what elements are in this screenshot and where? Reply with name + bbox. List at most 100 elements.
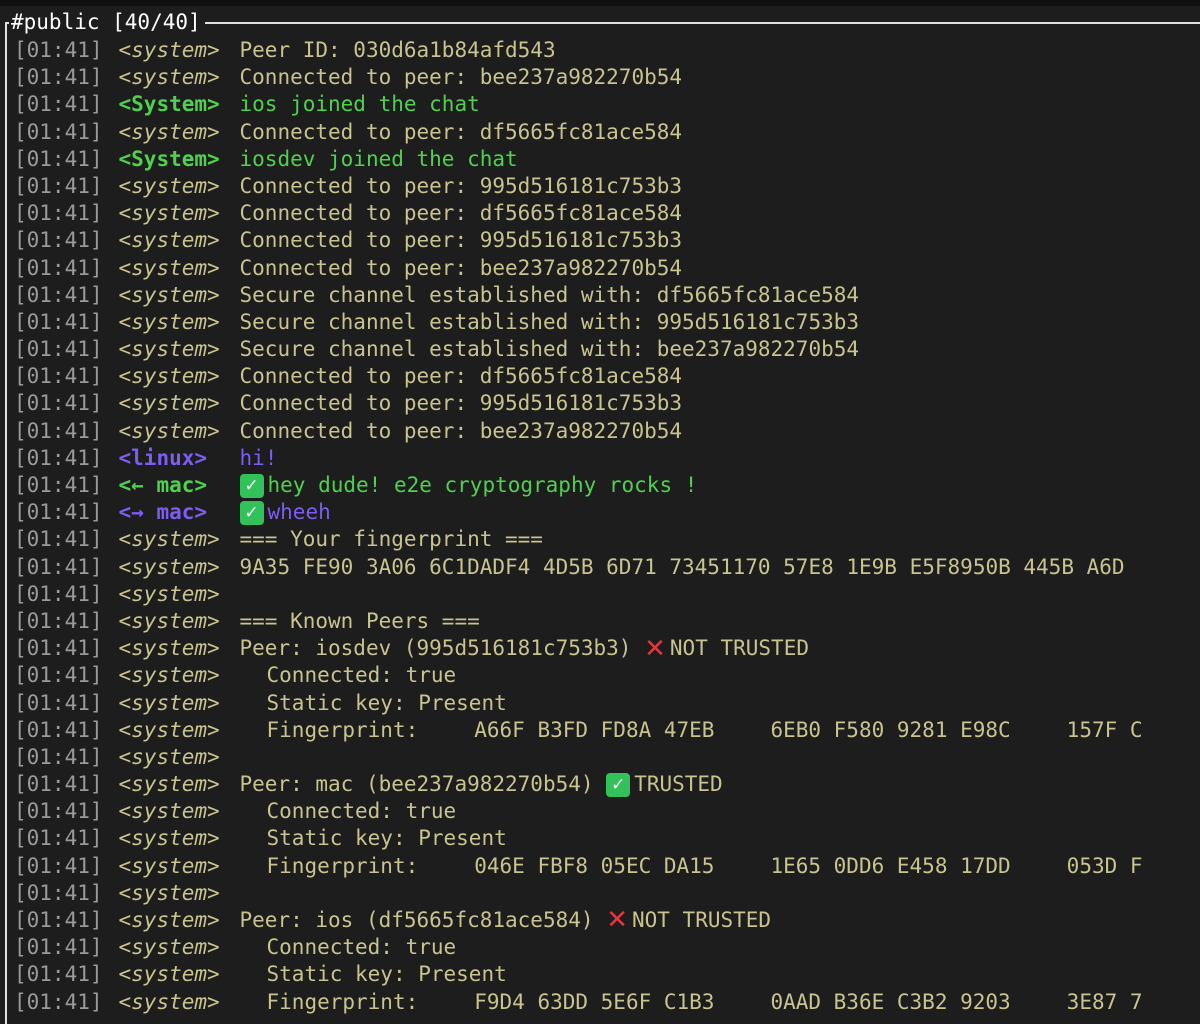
timestamp: [01:41] xyxy=(14,717,103,742)
timestamp: [01:41] xyxy=(14,391,103,416)
nick-label: <system> xyxy=(118,772,220,797)
log-line: [01:41] <system> Connected to peer: 995d51… xyxy=(14,173,1200,200)
nick-label: <system> xyxy=(118,962,220,987)
log-line: [01:41] <system> Connected: true xyxy=(14,662,1200,689)
log-line: [01:41] <system> Fingerprint: A66F B3FD FD8… xyxy=(14,717,1200,744)
timestamp: [01:41] xyxy=(14,554,103,579)
timestamp: [01:41] xyxy=(14,853,103,878)
log-line: [01:41] <system> Connected to peer: df5665… xyxy=(14,363,1200,390)
fingerprint-label: Fingerprint: xyxy=(266,853,419,878)
timestamp: [01:41] xyxy=(14,65,103,90)
nick-label: <system> xyxy=(118,581,220,606)
fingerprint-group: 157F C xyxy=(1066,717,1143,742)
nick-label: <system> xyxy=(118,309,220,334)
log-line: [01:41] <system> Peer: ios (df5665fc81ace5… xyxy=(14,907,1200,934)
log-line: [01:41] <system> 9A35 FE90 3A06 6C1DADF4 4… xyxy=(14,554,1200,581)
message-text: 9A35 FE90 3A06 6C1DADF4 4D5B 6D71 734511… xyxy=(239,554,1125,579)
message-text: hi! xyxy=(239,445,278,470)
log-line: [01:41] <system> Connected to peer: df5665… xyxy=(14,119,1200,146)
nick-label: <system> xyxy=(118,663,220,688)
fingerprint-group: A66F B3FD FD8A 47EB xyxy=(474,717,715,742)
message-text: Secure channel established with: df5665f… xyxy=(239,282,860,307)
nick-label: <system> xyxy=(118,908,220,932)
nick-label: <system> xyxy=(118,364,220,389)
message-text: Static key: Present xyxy=(266,826,507,851)
trust-status: NOT TRUSTED xyxy=(669,636,809,661)
timestamp: [01:41] xyxy=(14,962,103,987)
nick-label: <system> xyxy=(118,391,220,416)
message-text: Connected: true xyxy=(266,799,457,824)
trust-status: TRUSTED xyxy=(634,772,723,797)
verified-check-icon: ✓ xyxy=(239,474,264,498)
timestamp: [01:41] xyxy=(14,473,103,497)
log-line: [01:41] <system> Connected to peer: df5665… xyxy=(14,200,1200,227)
timestamp: [01:41] xyxy=(14,119,103,144)
nick-label: <system> xyxy=(118,337,220,362)
nick-label: <system> xyxy=(118,255,220,280)
log-line: [01:41] <system> Static key: Present xyxy=(14,690,1200,717)
timestamp: [01:41] xyxy=(14,309,103,334)
log-line: [01:41] <system> xyxy=(14,744,1200,771)
nick-label: <system> xyxy=(118,935,220,960)
fingerprint-group: F9D4 63DD 5E6F C1B3 xyxy=(474,989,715,1014)
log-line: [01:41] <system> Secure channel establishe… xyxy=(14,282,1200,309)
fingerprint-group: 0AAD B36E C3B2 9203 xyxy=(770,989,1011,1014)
message-text: Connected to peer: 995d516181c753b3 xyxy=(239,391,683,416)
log-line: [01:41] <system> Static key: Present xyxy=(14,961,1200,988)
fingerprint-group: 053D F xyxy=(1066,853,1143,878)
trust-status: NOT TRUSTED xyxy=(631,908,772,932)
nick-label: <← mac> xyxy=(118,473,208,497)
log-line: [01:41] <← mac> ✓ hey dude! e2e cryptograph… xyxy=(14,472,1200,499)
log-line: [01:41] <system> === Your fingerprint === xyxy=(14,526,1200,553)
log-line: [01:41] <System> ios joined the chat xyxy=(14,91,1200,118)
channel-title: #public [40/40] xyxy=(9,9,205,35)
timestamp: [01:41] xyxy=(14,146,103,171)
nick-label: <system> xyxy=(118,554,220,579)
timestamp: [01:41] xyxy=(14,337,103,362)
message-text: === Your fingerprint === xyxy=(239,527,543,552)
message-text: Peer: ios (df5665fc81ace584) xyxy=(239,908,594,932)
nick-label: <system> xyxy=(118,119,220,144)
not-trusted-cross-icon: ✕ xyxy=(644,635,666,663)
timestamp: [01:41] xyxy=(14,92,103,117)
nick-label: <system> xyxy=(118,173,220,198)
log-line: [01:41] <system> xyxy=(14,880,1200,907)
nick-label: <system> xyxy=(118,38,220,62)
log-line: [01:41] <system> Connected to peer: bee237… xyxy=(14,418,1200,445)
nick-label: <System> xyxy=(118,92,220,117)
message-text: Connected to peer: 995d516181c753b3 xyxy=(239,173,683,198)
timestamp: [01:41] xyxy=(14,364,103,389)
log-line: [01:41] <system> Connected: true xyxy=(14,798,1200,825)
message-text: Static key: Present xyxy=(266,690,507,715)
log-line: [01:41] <system> Fingerprint: 046E FBF8 05E… xyxy=(14,853,1200,880)
nick-label: <system> xyxy=(118,690,220,715)
nick-label: <system> xyxy=(118,65,220,90)
nick-label: <system> xyxy=(118,527,220,552)
message-text: Connected to peer: bee237a982270b54 xyxy=(239,418,683,443)
timestamp: [01:41] xyxy=(14,826,103,851)
log-line: [01:41] <system> Peer ID: 030d6a1b84afd543 xyxy=(14,37,1200,64)
timestamp: [01:41] xyxy=(14,935,103,960)
timestamp: [01:41] xyxy=(14,445,103,470)
message-text: Connected to peer: df5665fc81ace584 xyxy=(239,119,683,144)
nick-label: <system> xyxy=(118,608,220,633)
timestamp: [01:41] xyxy=(14,255,103,280)
message-text: Peer: iosdev (995d516181c753b3) xyxy=(239,636,632,661)
nick-label: <system> xyxy=(118,826,220,851)
fingerprint-label: Fingerprint: xyxy=(266,717,419,742)
message-text: Secure channel established with: bee237a… xyxy=(239,337,860,362)
log-line: [01:41] <system> Connected to peer: 995d51… xyxy=(14,390,1200,417)
message-text: iosdev joined the chat xyxy=(239,146,518,171)
log-line: [01:41] <system> Connected to peer: bee237… xyxy=(14,255,1200,282)
timestamp: [01:41] xyxy=(14,636,103,661)
nick-label: <system> xyxy=(118,799,220,824)
fingerprint-group: 3E87 7 xyxy=(1066,989,1143,1014)
message-log[interactable]: [01:41] <system> Peer ID: 030d6a1b84afd543… xyxy=(14,37,1200,1014)
nick-label: <system> xyxy=(118,853,220,878)
verified-check-icon: ✓ xyxy=(239,501,264,526)
message-text: Connected to peer: 995d516181c753b3 xyxy=(239,228,683,253)
message-text: Connected: true xyxy=(266,663,457,688)
log-line: [01:41] <→ mac> ✓ wheeh xyxy=(14,499,1200,526)
message-text: Peer: mac (bee237a982270b54) xyxy=(239,772,594,797)
timestamp: [01:41] xyxy=(14,772,103,797)
